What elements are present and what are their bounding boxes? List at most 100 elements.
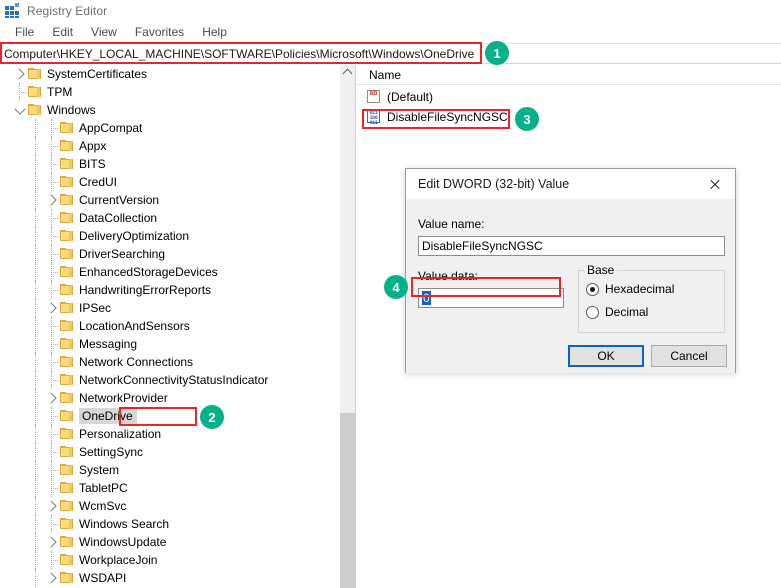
tree-connector	[44, 551, 60, 569]
tree-item-onedrive[interactable]: OneDrive	[0, 407, 336, 425]
tree-item-networkconnectivitystatusindicator[interactable]: NetworkConnectivityStatusIndicator	[0, 371, 336, 389]
tree-indent-guide	[28, 263, 44, 281]
value-data-input[interactable]: 0	[418, 288, 564, 308]
chevron-down-icon[interactable]	[12, 101, 28, 119]
menu-item-file[interactable]: File	[6, 23, 43, 41]
folder-icon	[60, 392, 74, 404]
menu-item-view[interactable]: View	[82, 23, 126, 41]
tree-item-tpm[interactable]: TPM	[0, 83, 336, 101]
chevron-right-icon[interactable]	[44, 497, 60, 515]
tree-item-tabletpc[interactable]: TabletPC	[0, 479, 336, 497]
radio-dot-icon	[586, 305, 599, 319]
tree-item-enhancedstoragedevices[interactable]: EnhancedStorageDevices	[0, 263, 336, 281]
tree-connector	[44, 263, 60, 281]
ok-button[interactable]: OK	[568, 345, 644, 367]
radio-hexadecimal[interactable]: Hexadecimal	[586, 282, 674, 296]
tree-item-wcmsvc[interactable]: WcmSvc	[0, 497, 336, 515]
folder-icon	[60, 374, 74, 386]
tree-item-bits[interactable]: BITS	[0, 155, 336, 173]
tree-item-deliveryoptimization[interactable]: DeliveryOptimization	[0, 227, 336, 245]
tree-connector	[44, 173, 60, 191]
tree-item-label: WindowsUpdate	[79, 535, 167, 549]
folder-icon	[60, 140, 74, 152]
tree-item-appcompat[interactable]: AppCompat	[0, 119, 336, 137]
title-bar: Registry Editor	[0, 0, 781, 22]
dialog-title: Edit DWORD (32-bit) Value	[418, 177, 570, 191]
radio-hexadecimal-label: Hexadecimal	[605, 282, 675, 296]
tree-item-label: HandwritingErrorReports	[79, 283, 212, 297]
tree-item-ipsec[interactable]: IPSec	[0, 299, 336, 317]
tree-item-driversearching[interactable]: DriverSearching	[0, 245, 336, 263]
value-name-input[interactable]: DisableFileSyncNGSC	[418, 236, 725, 256]
menu-bar: File Edit View Favorites Help	[0, 22, 781, 42]
folder-icon	[60, 518, 74, 530]
tree-indent-guide	[28, 245, 44, 263]
chevron-right-icon[interactable]	[44, 389, 60, 407]
value-row[interactable]: ab (Default)	[357, 87, 781, 107]
tree-item-currentversion[interactable]: CurrentVersion	[0, 191, 336, 209]
tree-item-windows-search[interactable]: Windows Search	[0, 515, 336, 533]
value-row[interactable]: 011 100 011 DisableFileSyncNGSC	[357, 107, 781, 127]
tree-item-label: CurrentVersion	[79, 193, 160, 207]
tree-item-handwritingerrorreports[interactable]: HandwritingErrorReports	[0, 281, 336, 299]
tree-item-messaging[interactable]: Messaging	[0, 335, 336, 353]
tree-item-label: WSDAPI	[79, 571, 127, 585]
dialog-title-bar: Edit DWORD (32-bit) Value	[406, 169, 735, 200]
folder-icon	[60, 428, 74, 440]
tree-connector	[44, 371, 60, 389]
tree-connector	[44, 425, 60, 443]
folder-icon	[60, 482, 74, 494]
menu-item-favorites[interactable]: Favorites	[126, 23, 193, 41]
tree-connector	[44, 245, 60, 263]
menu-item-help[interactable]: Help	[193, 23, 236, 41]
tree-item-windows[interactable]: Windows	[0, 101, 336, 119]
chevron-right-icon[interactable]	[44, 569, 60, 587]
tree-item-windowsupdate[interactable]: WindowsUpdate	[0, 533, 336, 551]
folder-icon	[60, 266, 74, 278]
tree-item-locationandsensors[interactable]: LocationAndSensors	[0, 317, 336, 335]
pane-divider[interactable]	[355, 65, 356, 588]
tree-item-label: Windows	[47, 103, 96, 117]
folder-icon	[60, 446, 74, 458]
tree-indent-guide	[28, 461, 44, 479]
cancel-button[interactable]: Cancel	[651, 345, 727, 367]
chevron-right-icon[interactable]	[44, 191, 60, 209]
tree-item-systemcertificates[interactable]: SystemCertificates	[0, 65, 336, 83]
chevron-glyph	[45, 536, 57, 548]
tree-item-personalization[interactable]: Personalization	[0, 425, 336, 443]
tree-scrollbar[interactable]	[340, 65, 355, 588]
menu-item-edit[interactable]: Edit	[43, 23, 82, 41]
registry-key-tree[interactable]: SystemCertificates TPM Windows AppCompat App…	[0, 65, 336, 588]
close-icon[interactable]	[693, 169, 735, 199]
chevron-right-icon[interactable]	[44, 299, 60, 317]
tree-item-label: IPSec	[79, 301, 112, 315]
tree-item-wsdapi[interactable]: WSDAPI	[0, 569, 336, 587]
tree-item-system[interactable]: System	[0, 461, 336, 479]
tree-item-networkprovider[interactable]: NetworkProvider	[0, 389, 336, 407]
tree-connector	[44, 227, 60, 245]
tree-indent-guide	[28, 335, 44, 353]
scroll-up-button[interactable]	[340, 65, 355, 80]
tree-item-credui[interactable]: CredUI	[0, 173, 336, 191]
tree-scrollbar-thumb[interactable]	[340, 413, 355, 588]
chevron-glyph	[45, 392, 57, 404]
tree-connector	[44, 119, 60, 137]
tree-item-appx[interactable]: Appx	[0, 137, 336, 155]
step-marker-3: 3	[515, 107, 539, 131]
tree-item-label: LocationAndSensors	[79, 319, 190, 333]
radio-decimal[interactable]: Decimal	[586, 305, 648, 319]
tree-item-settingsync[interactable]: SettingSync	[0, 443, 336, 461]
column-header-name[interactable]: Name	[357, 68, 401, 82]
tree-item-network-connections[interactable]: Network Connections	[0, 353, 336, 371]
tree-item-datacollection[interactable]: DataCollection	[0, 209, 336, 227]
chevron-right-icon[interactable]	[44, 533, 60, 551]
chevron-right-icon[interactable]	[12, 65, 28, 83]
tree-indent-guide	[28, 137, 44, 155]
tree-item-label: TabletPC	[79, 481, 128, 495]
tree-item-workplacejoin[interactable]: WorkplaceJoin	[0, 551, 336, 569]
value-name: (Default)	[387, 90, 434, 104]
address-bar[interactable]: Computer\HKEY_LOCAL_MACHINE\SOFTWARE\Pol…	[0, 43, 781, 64]
tree-indent-guide	[28, 533, 44, 551]
tree-indent-guide	[28, 569, 44, 587]
tree-connector	[44, 155, 60, 173]
